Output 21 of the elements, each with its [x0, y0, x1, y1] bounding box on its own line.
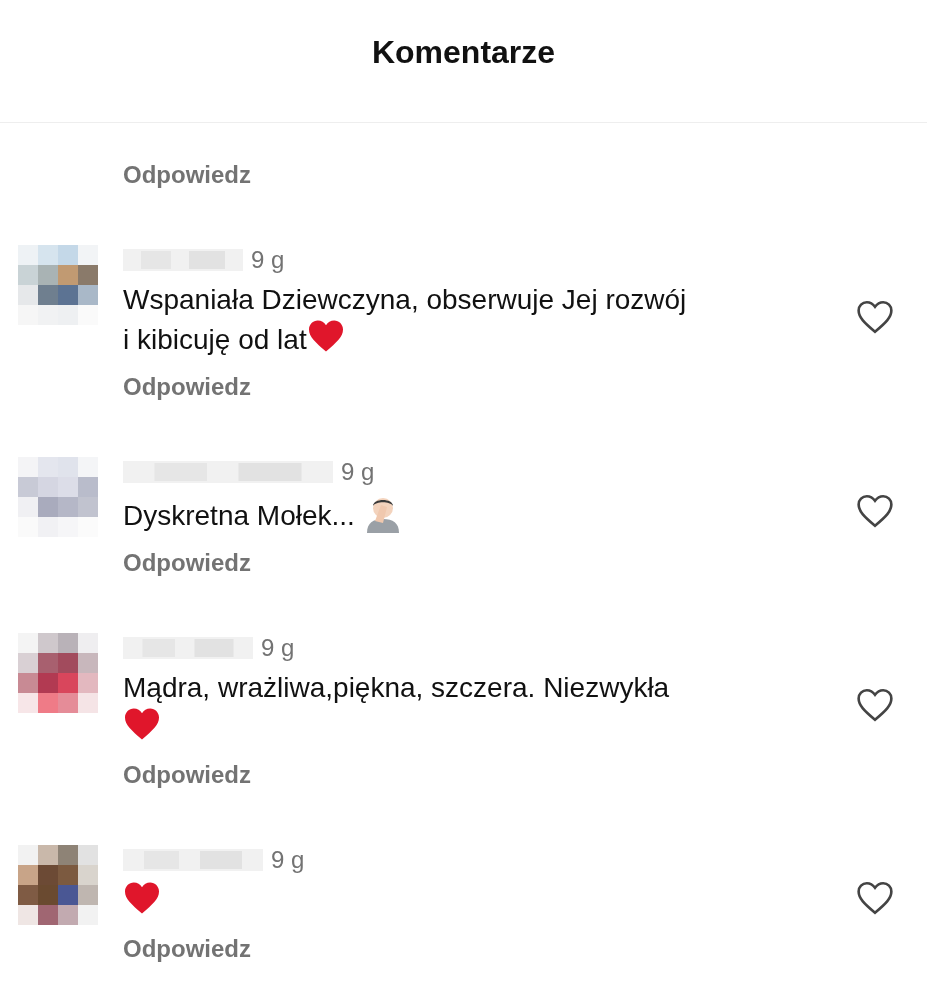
reply-link[interactable]: Odpowiedz	[123, 157, 251, 193]
comment-text: Wspaniała Dziewczyna, obserwuje Jej rozwój	[123, 284, 687, 315]
like-icon[interactable]	[855, 687, 895, 723]
heart-icon	[123, 707, 161, 741]
window-title: Komentarze	[371, 33, 556, 72]
reply-link[interactable]: Odpowiedz	[123, 545, 251, 581]
comment-text: i kibicuję od lat	[123, 324, 307, 355]
reply-link[interactable]: Odpowiedz	[123, 369, 251, 405]
comment-time: 9 g	[341, 457, 375, 487]
like-icon[interactable]	[855, 299, 895, 335]
like-icon[interactable]	[855, 880, 895, 916]
reply-link[interactable]: Odpowiedz	[123, 931, 251, 967]
comment-text: Dyskretna Mołek...	[123, 500, 356, 531]
comment-time: 9 g	[271, 845, 305, 875]
like-icon[interactable]	[855, 493, 895, 529]
comment-time: 9 g	[251, 245, 285, 275]
reply-link[interactable]: Odpowiedz	[123, 757, 251, 793]
comment-text: Mądra, wrażliwa,piękna, szczera. Niezwykła	[123, 672, 670, 703]
heart-icon	[306, 319, 345, 353]
comment-time: 9 g	[261, 633, 295, 663]
heart-icon	[123, 881, 161, 915]
